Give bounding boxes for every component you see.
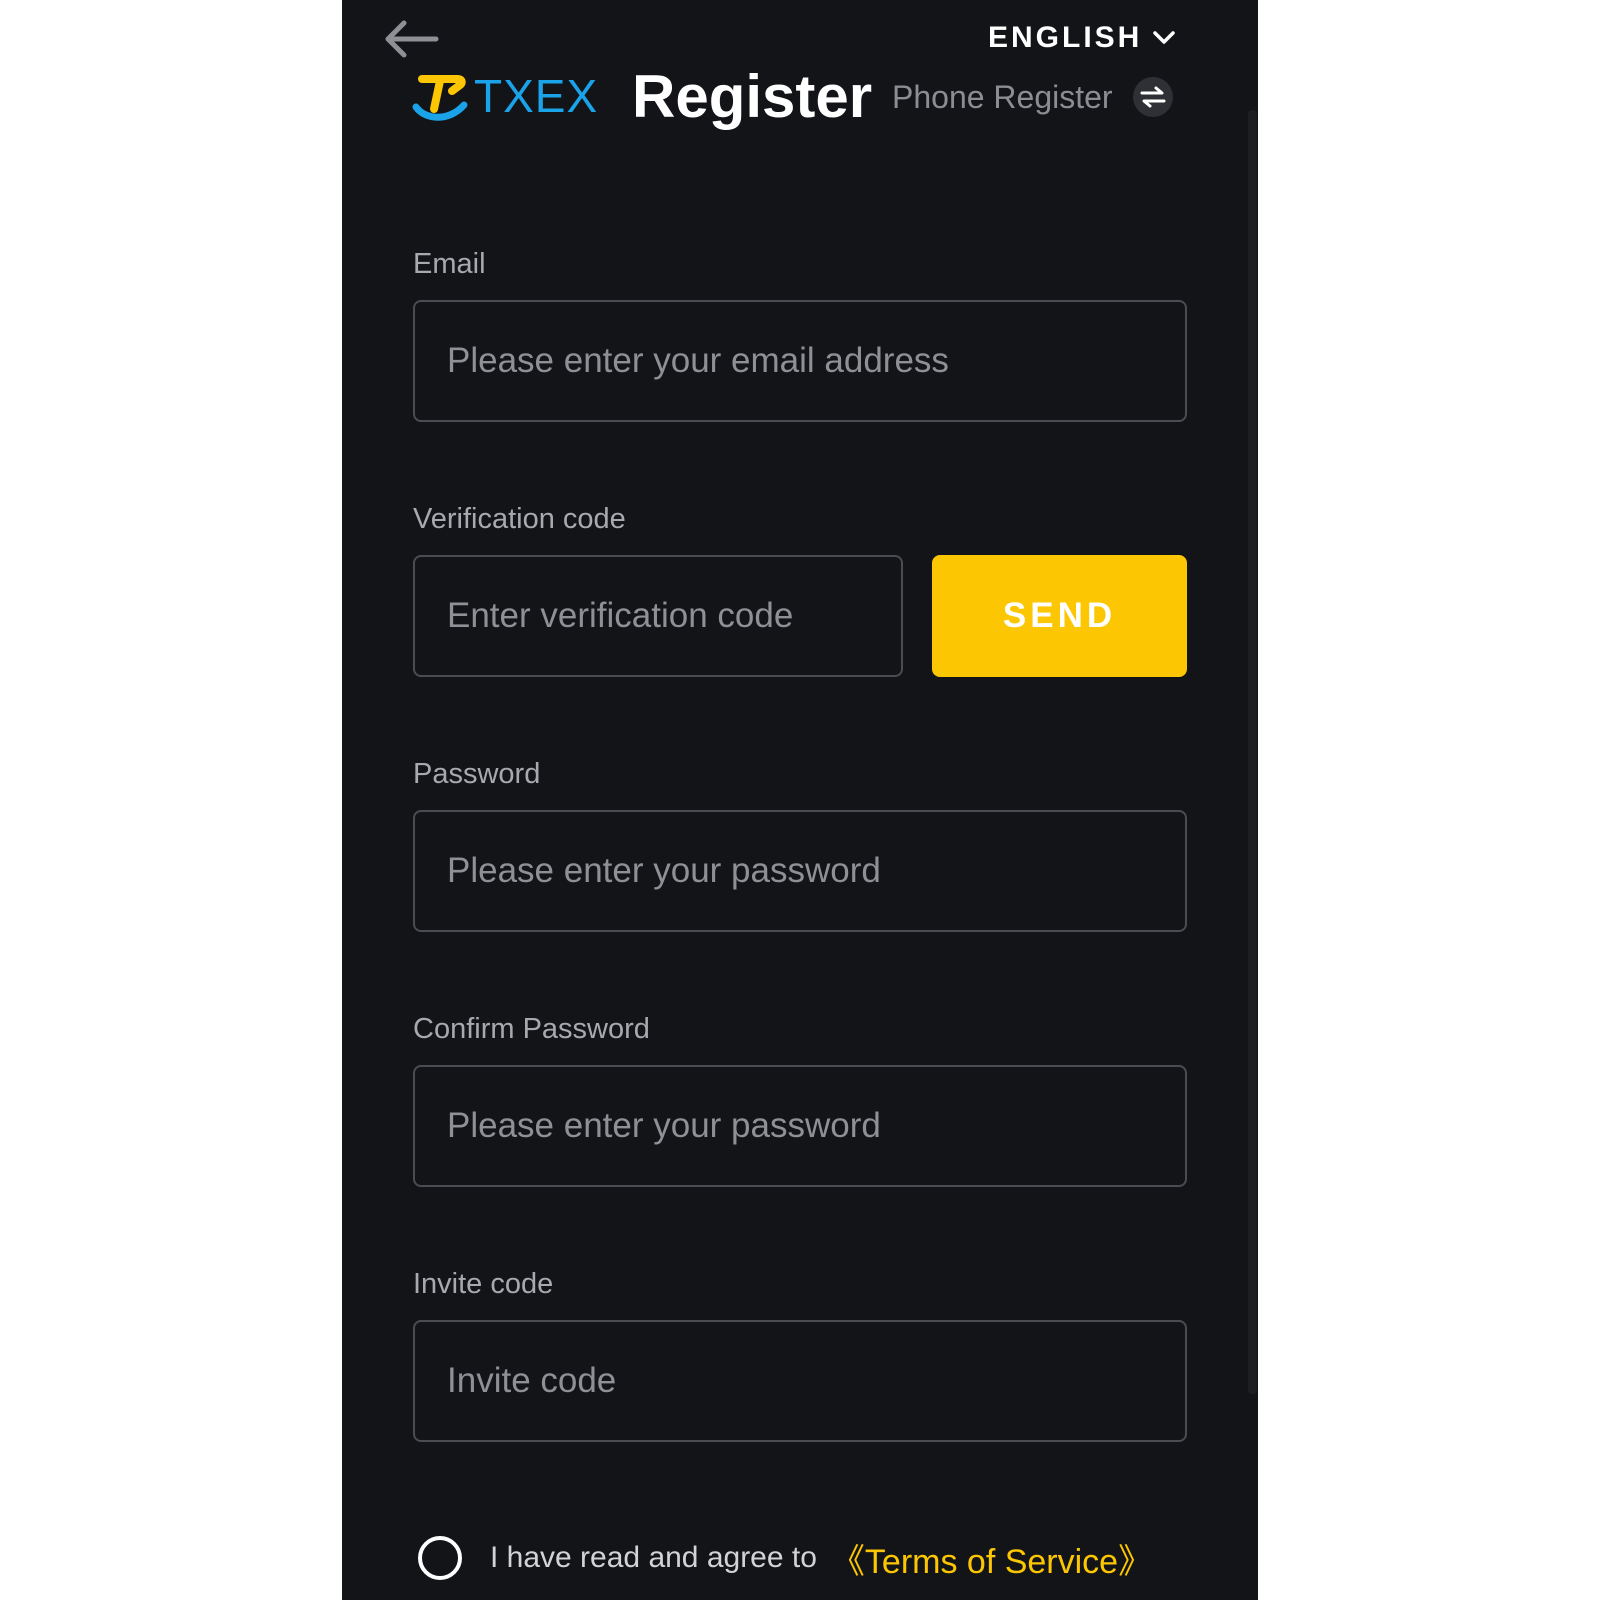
switch-label: Phone Register — [892, 78, 1113, 115]
verification-code-input[interactable] — [413, 555, 903, 677]
txex-logo-icon — [412, 75, 468, 121]
arrow-left-icon — [385, 20, 439, 58]
email-label: Email — [413, 248, 486, 280]
terms-agreement: I have read and agree to 《Terms of Servi… — [418, 1530, 1152, 1586]
swap-icon — [1132, 77, 1173, 117]
email-input[interactable] — [413, 300, 1187, 422]
back-button[interactable] — [380, 14, 442, 64]
confirm-password-input[interactable] — [413, 1065, 1187, 1187]
brand-logo: TXEX — [412, 70, 598, 122]
language-selector[interactable]: ENGLISH — [988, 18, 1176, 58]
terms-of-service-link[interactable]: 《Terms of Service》 — [831, 1534, 1152, 1583]
password-label: Password — [413, 758, 541, 790]
agree-text: I have read and agree to — [490, 1541, 817, 1574]
scrollbar[interactable] — [1248, 110, 1257, 1394]
phone-register-switch[interactable]: Phone Register — [892, 74, 1173, 120]
confirm-password-label: Confirm Password — [413, 1013, 650, 1045]
agree-checkbox[interactable] — [418, 1536, 462, 1580]
language-label: ENGLISH — [988, 21, 1143, 54]
brand-name: TXEX — [474, 70, 599, 122]
chevron-down-icon — [1153, 31, 1176, 44]
invite-code-input[interactable] — [413, 1320, 1187, 1442]
invite-code-label: Invite code — [413, 1268, 554, 1300]
page-title: Register — [632, 63, 873, 130]
send-code-button[interactable]: SEND — [932, 555, 1187, 677]
verification-code-label: Verification code — [413, 503, 626, 535]
password-input[interactable] — [413, 810, 1187, 932]
